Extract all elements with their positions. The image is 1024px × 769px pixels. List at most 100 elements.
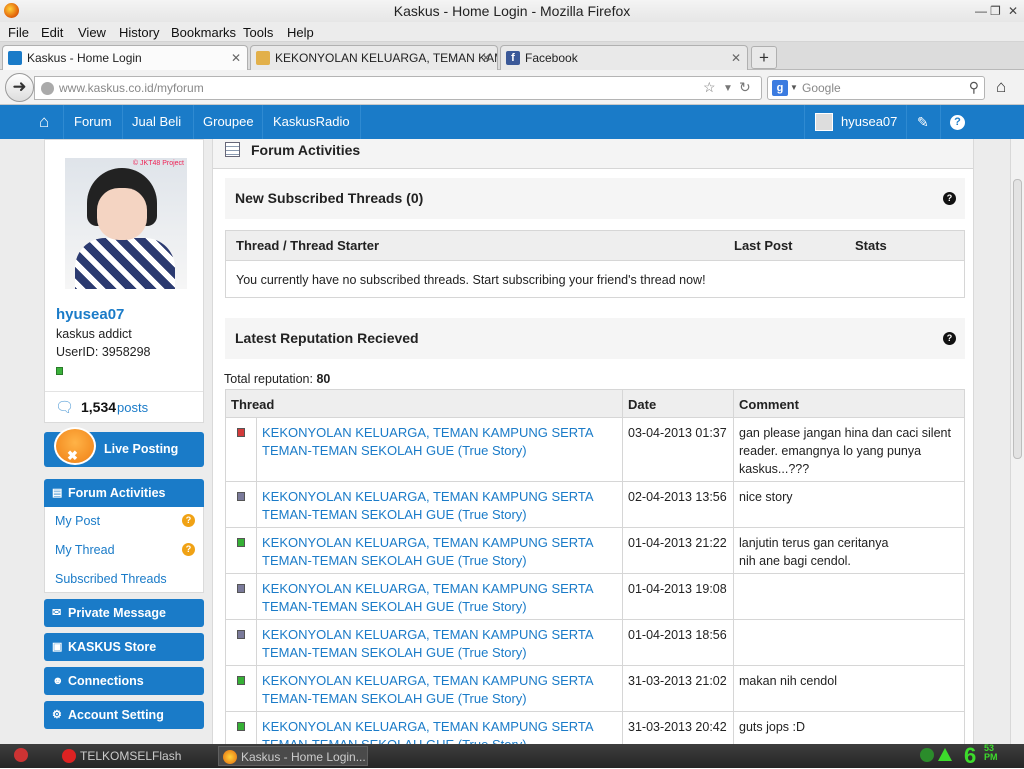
help-icon[interactable]: ? bbox=[943, 332, 956, 345]
table-header: Thread Date Comment bbox=[226, 390, 964, 418]
people-icon: ☻ bbox=[52, 675, 64, 687]
close-tab-icon[interactable]: ✕ bbox=[481, 46, 491, 70]
back-button[interactable]: ➜ bbox=[5, 73, 34, 102]
os-taskbar: TELKOMSELFlash Kaskus - Home Login... 6 … bbox=[0, 743, 1024, 769]
profile-userid: UserID: 3958298 bbox=[56, 345, 151, 359]
minimize-icon[interactable]: — bbox=[975, 0, 987, 22]
close-tab-icon[interactable]: ✕ bbox=[231, 46, 241, 70]
pencil-icon[interactable]: ✎ bbox=[917, 105, 929, 139]
menu-edit[interactable]: Edit bbox=[41, 25, 63, 40]
reputation-header: Latest Reputation Recieved ? bbox=[225, 318, 965, 359]
column-stats[interactable]: Stats bbox=[855, 238, 887, 253]
close-tab-icon[interactable]: ✕ bbox=[731, 46, 741, 70]
thread-link[interactable]: KEKONYOLAN KELUARGA, TEMAN KAMPUNG SERTA… bbox=[262, 488, 612, 524]
reputation-date: 31-03-2013 21:02 bbox=[628, 674, 727, 688]
subscribed-threads-title: New Subscribed Threads (0) bbox=[235, 190, 424, 206]
bookmark-star-icon[interactable]: ☆ bbox=[703, 79, 716, 96]
thread-link[interactable]: KEKONYOLAN KELUARGA, TEMAN KAMPUNG SERTA… bbox=[262, 424, 612, 460]
history-dropdown-icon[interactable]: ▼ bbox=[723, 83, 733, 94]
scrollbar-thumb[interactable] bbox=[1013, 179, 1022, 459]
question-badge-icon[interactable]: ? bbox=[182, 543, 195, 556]
back-arrow-icon: ➜ bbox=[12, 77, 27, 96]
url-bar[interactable]: www.kaskus.co.id/myforum ☆ ▼ ↻ bbox=[34, 76, 762, 100]
connections-menu[interactable]: ☻ Connections bbox=[44, 667, 204, 695]
account-setting-menu[interactable]: ⚙ Account Setting bbox=[44, 701, 204, 729]
table-row: KEKONYOLAN KELUARGA, TEMAN KAMPUNG SERTA… bbox=[226, 418, 964, 482]
help-icon[interactable]: ? bbox=[943, 192, 956, 205]
profile-rank: kaskus addict bbox=[56, 327, 132, 341]
column-thread-starter[interactable]: Thread / Thread Starter bbox=[236, 238, 379, 253]
live-posting-label: Live Posting bbox=[104, 442, 179, 456]
forum-activities-label: Forum Activities bbox=[68, 486, 166, 500]
taskbar-telkomsel[interactable]: TELKOMSELFlash bbox=[58, 746, 218, 766]
reputation-indicator-icon bbox=[237, 722, 245, 731]
profile-picture-shirt bbox=[75, 238, 175, 289]
menu-help[interactable]: Help bbox=[287, 25, 314, 40]
clock[interactable]: 6 53 PM bbox=[964, 743, 998, 769]
help-icon[interactable]: ? bbox=[950, 115, 965, 130]
clock-ampm: PM bbox=[984, 752, 998, 762]
nav-groupee[interactable]: Groupee bbox=[203, 105, 254, 139]
kaskus-store-menu[interactable]: ▣ KASKUS Store bbox=[44, 633, 204, 661]
menu-file[interactable]: File bbox=[8, 25, 29, 40]
signal-tray-icon[interactable] bbox=[938, 748, 952, 761]
menu-history[interactable]: History bbox=[119, 25, 159, 40]
network-tray-icon[interactable] bbox=[920, 748, 934, 762]
envelope-icon: ✉ bbox=[52, 607, 62, 619]
profile-picture[interactable]: © JKT48 Project bbox=[65, 158, 187, 289]
page-scrollbar[interactable] bbox=[1010, 139, 1024, 744]
posts-count-row[interactable]: 🗨 1,534 posts bbox=[45, 391, 203, 421]
reload-icon[interactable]: ↻ bbox=[739, 79, 751, 96]
nav-username[interactable]: hyusea07 bbox=[841, 105, 897, 139]
nav-forum[interactable]: Forum bbox=[74, 105, 112, 139]
thread-link[interactable]: KEKONYOLAN KELUARGA, TEMAN KAMPUNG SERTA… bbox=[262, 626, 612, 662]
question-badge-icon[interactable]: ? bbox=[182, 514, 195, 527]
subscribed-threads-header: New Subscribed Threads (0) ? bbox=[225, 178, 965, 219]
profile-username[interactable]: hyusea07 bbox=[56, 306, 124, 323]
search-box[interactable]: g ▼ Google ⚲ bbox=[767, 76, 985, 100]
user-avatar-small[interactable] bbox=[815, 113, 833, 131]
restore-icon[interactable]: ❐ bbox=[990, 0, 1001, 22]
tab-facebook[interactable]: f Facebook ✕ bbox=[500, 45, 748, 70]
wrench-icon: ⚙ bbox=[52, 709, 62, 721]
kaskus-navbar: ⌂ Forum Jual Beli Groupee KaskusRadio hy… bbox=[0, 105, 1024, 139]
submenu-my-post[interactable]: My Post bbox=[55, 514, 100, 528]
thread-link[interactable]: KEKONYOLAN KELUARGA, TEMAN KAMPUNG SERTA… bbox=[262, 580, 612, 616]
submenu-my-thread[interactable]: My Thread bbox=[55, 543, 115, 557]
taskbar-firefox[interactable]: Kaskus - Home Login... bbox=[218, 746, 368, 766]
search-engine-dropdown-icon[interactable]: ▼ bbox=[790, 83, 798, 92]
nav-jual-beli[interactable]: Jual Beli bbox=[132, 105, 181, 139]
firefox-logo-icon[interactable] bbox=[4, 3, 19, 18]
reputation-indicator-icon bbox=[237, 630, 245, 639]
column-last-post[interactable]: Last Post bbox=[734, 238, 793, 253]
submenu-subscribed-threads[interactable]: Subscribed Threads bbox=[55, 572, 167, 586]
new-tab-button[interactable]: + bbox=[751, 46, 777, 69]
home-nav-icon[interactable]: ⌂ bbox=[39, 105, 49, 139]
search-icon[interactable]: ⚲ bbox=[969, 79, 979, 96]
nav-kaskusradio[interactable]: KaskusRadio bbox=[273, 105, 350, 139]
tab-kekonyolan[interactable]: KEKONYOLAN KELUARGA, TEMAN KAM... ✕ bbox=[250, 45, 498, 70]
forum-activities-menu[interactable]: ▤ Forum Activities bbox=[44, 479, 204, 507]
kaskus-logo-glyph: ✖ bbox=[67, 448, 78, 463]
search-placeholder: Google bbox=[802, 81, 841, 95]
start-icon[interactable] bbox=[14, 748, 28, 762]
menu-view[interactable]: View bbox=[78, 25, 106, 40]
reputation-indicator-icon bbox=[237, 584, 245, 593]
live-posting-button[interactable]: ✖ Live Posting bbox=[44, 427, 204, 467]
menu-bookmarks[interactable]: Bookmarks bbox=[171, 25, 236, 40]
reputation-comment: nice story bbox=[739, 490, 793, 504]
menu-tools[interactable]: Tools bbox=[243, 25, 273, 40]
globe-icon bbox=[41, 82, 54, 95]
tab-kaskus-home[interactable]: Kaskus - Home Login ✕ bbox=[2, 45, 248, 71]
thread-link[interactable]: KEKONYOLAN KELUARGA, TEMAN KAMPUNG SERTA… bbox=[262, 534, 612, 570]
home-icon[interactable]: ⌂ bbox=[996, 77, 1006, 97]
nav-divider bbox=[804, 105, 805, 139]
url-text: www.kaskus.co.id/myforum bbox=[59, 81, 204, 95]
close-window-icon[interactable]: ✕ bbox=[1008, 0, 1018, 22]
private-message-menu[interactable]: ✉ Private Message bbox=[44, 599, 204, 627]
profile-watermark: © JKT48 Project bbox=[132, 160, 184, 167]
thread-link[interactable]: KEKONYOLAN KELUARGA, TEMAN KAMPUNG SERTA… bbox=[262, 672, 612, 708]
google-icon[interactable]: g bbox=[772, 80, 788, 96]
reputation-indicator-icon bbox=[237, 538, 245, 547]
posts-link[interactable]: posts bbox=[117, 400, 148, 415]
